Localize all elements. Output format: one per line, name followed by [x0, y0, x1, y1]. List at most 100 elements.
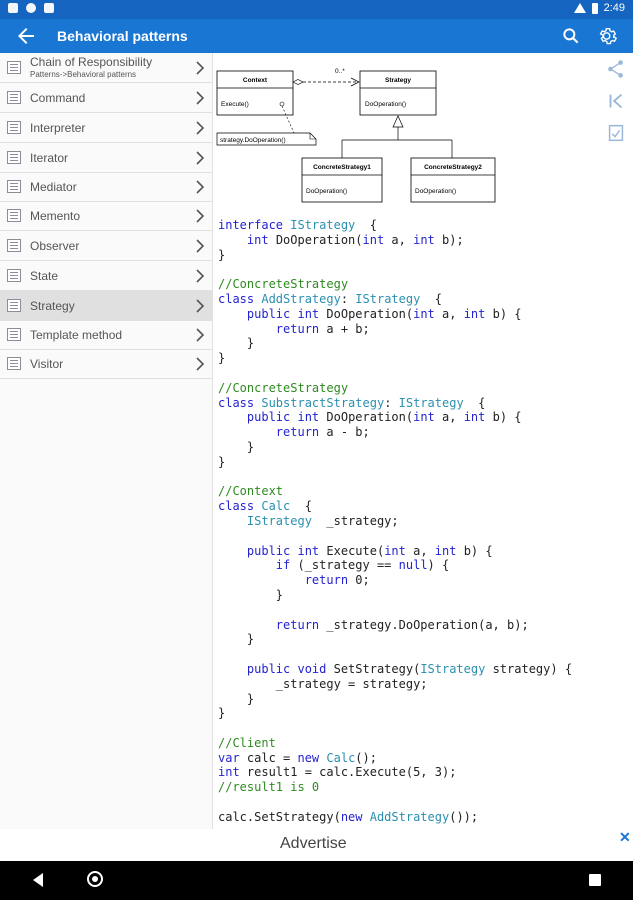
code-text: ();	[355, 750, 377, 765]
code-line: int result1 = calc.Execute(5, 3);	[218, 765, 572, 780]
code-keyword: int	[218, 765, 247, 780]
document-icon	[7, 91, 21, 104]
code-text: }	[218, 336, 255, 351]
sidebar-item-interpreter[interactable]: Interpreter	[0, 113, 212, 143]
code-line: _strategy = strategy;	[218, 677, 572, 692]
code-line: class Calc {	[218, 499, 572, 514]
sidebar-item-strategy[interactable]: Strategy	[0, 291, 212, 321]
checklist-icon[interactable]	[605, 122, 627, 144]
code-text: DoOperation(	[326, 410, 414, 425]
status-bar: 2:49	[0, 0, 633, 19]
chevron-right-icon	[196, 61, 205, 75]
code-line: var calc = new Calc();	[218, 751, 572, 766]
code-text: b) {	[492, 410, 522, 425]
code-text: calc =	[246, 750, 298, 765]
code-type: IStrategy	[246, 513, 312, 528]
document-icon	[7, 269, 21, 282]
uml-note-text: strategy.DoOperation()	[220, 137, 286, 144]
code-keyword: public int	[246, 306, 327, 321]
sidebar-item-label: Iterator	[30, 151, 69, 165]
code-line: }	[218, 455, 572, 470]
code-comment: //Client	[218, 735, 276, 750]
code-text: :	[340, 291, 356, 306]
code-line: return 0;	[218, 573, 572, 588]
nav-recents-icon[interactable]	[589, 874, 601, 886]
code-type: SubstractStrategy	[261, 395, 385, 410]
nav-home-icon[interactable]	[87, 871, 103, 887]
settings-gear-icon[interactable]	[597, 25, 619, 47]
code-keyword: null	[398, 558, 428, 573]
code-keyword: int	[413, 410, 442, 425]
code-text: ());	[449, 809, 479, 824]
code-text: a,	[442, 306, 464, 321]
code-keyword: int	[434, 543, 464, 558]
code-keyword: public int	[246, 410, 327, 425]
first-page-icon[interactable]	[605, 90, 627, 112]
code-line: //result1 is 0	[218, 780, 572, 795]
code-line: }	[218, 706, 572, 721]
code-line: }	[218, 692, 572, 707]
sidebar-item-observer[interactable]: Observer	[0, 231, 212, 261]
code-text: (_strategy ==	[297, 558, 399, 573]
sidebar-item-template-method[interactable]: Template method	[0, 320, 212, 350]
share-icon[interactable]	[605, 58, 627, 80]
code-line: public int Execute(int a, int b) {	[218, 544, 572, 559]
code-type: AddStrategy	[261, 291, 341, 306]
chevron-right-icon	[196, 357, 205, 371]
search-icon[interactable]	[561, 26, 581, 46]
sidebar-item-iterator[interactable]: Iterator	[0, 143, 212, 173]
document-icon	[7, 180, 21, 193]
code-keyword: int	[463, 410, 493, 425]
code-line: public int DoOperation(int a, int b) {	[218, 307, 572, 322]
code-line: public int DoOperation(int a, int b) {	[218, 410, 572, 425]
sidebar-item-command[interactable]: Command	[0, 83, 212, 113]
sidebar-item-label: Memento	[30, 209, 81, 223]
uml-concrete1-name: ConcreteStrategy1	[313, 164, 371, 171]
chevron-right-icon	[196, 151, 205, 165]
sidebar-item-visitor[interactable]: Visitor	[0, 349, 212, 379]
code-text: DoOperation(	[275, 232, 363, 247]
sidebar-item-state[interactable]: State	[0, 261, 212, 291]
code-keyword: new	[297, 750, 327, 765]
document-icon	[7, 209, 21, 222]
uml-context-name: Context	[243, 77, 268, 84]
code-line: calc.SetStrategy(new AddStrategy());	[218, 810, 572, 825]
document-icon	[7, 121, 21, 134]
content-toolbar	[605, 58, 629, 148]
app-bar: Behavioral patterns	[0, 19, 633, 53]
sidebar-item-chain-of-responsibility[interactable]: Chain of Responsibility Patterns->Behavi…	[0, 53, 212, 83]
code-keyword: return	[304, 573, 356, 588]
code-text: a + b;	[326, 321, 370, 336]
code-text: :	[384, 395, 399, 410]
code-type: IStrategy	[355, 291, 421, 306]
code-text: b) {	[463, 543, 493, 558]
code-text: {	[355, 218, 377, 232]
code-keyword: public int	[246, 543, 327, 558]
uml-multiplicity: 0..*	[335, 68, 345, 75]
code-block: interface IStrategy { int DoOperation(in…	[218, 218, 572, 825]
code-line: //Client	[218, 736, 572, 751]
code-text: }	[218, 454, 226, 469]
code-line: class AddStrategy: IStrategy {	[218, 292, 572, 307]
code-keyword: class	[218, 499, 262, 514]
back-arrow-icon[interactable]	[14, 24, 38, 48]
nav-back-icon[interactable]	[33, 873, 43, 887]
advertisement-banner[interactable]: Advertise ✕	[0, 829, 633, 861]
ad-close-icon[interactable]: ✕	[619, 829, 631, 846]
code-text: _strategy = strategy;	[218, 676, 428, 691]
sidebar-item-sublabel: Patterns->Behavioral patterns	[30, 70, 137, 79]
sidebar-item-memento[interactable]: Memento	[0, 201, 212, 231]
sync-icon	[26, 3, 36, 13]
code-text: a,	[413, 543, 435, 558]
sidebar-item-mediator[interactable]: Mediator	[0, 172, 212, 202]
